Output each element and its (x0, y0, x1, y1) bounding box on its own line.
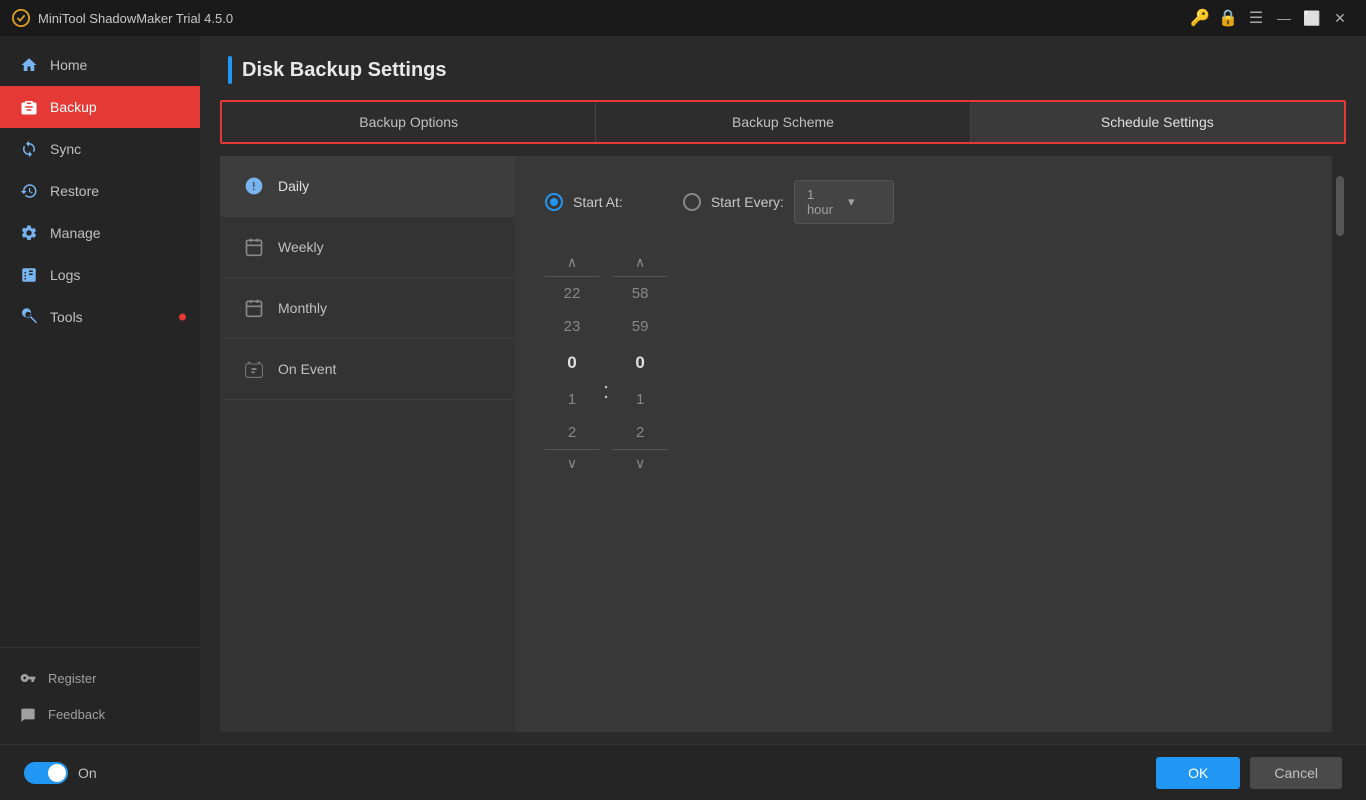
scrollbar[interactable] (1332, 156, 1346, 732)
start-every-dropdown[interactable]: 1 hour ▾ (794, 180, 894, 224)
schedule-on-event-label: On Event (278, 361, 336, 377)
schedule-sidebar: Daily Weekly Monthly On Event (220, 156, 515, 732)
schedule-monthly-label: Monthly (278, 300, 327, 316)
min-minus1: 59 (613, 310, 667, 343)
header-bar (228, 56, 232, 84)
sidebar-item-backup[interactable]: Backup (0, 86, 200, 128)
app-logo: MiniTool ShadowMaker Trial 4.5.0 (12, 9, 1186, 27)
tab-schedule-settings[interactable]: Schedule Settings (971, 102, 1344, 142)
sidebar-nav: Home Backup Sync Restore Manage Logs (0, 36, 200, 647)
minimize-button[interactable]: — (1270, 4, 1298, 32)
sidebar-item-logs[interactable]: Logs (0, 254, 200, 296)
footer-buttons: OK Cancel (1156, 757, 1342, 789)
schedule-main: Start At: Start Every: 1 hour ▾ (515, 156, 1332, 732)
main-content: Disk Backup Settings Backup Options Back… (200, 36, 1366, 744)
schedule-weekly-label: Weekly (278, 239, 324, 255)
schedule-item-weekly[interactable]: Weekly (220, 217, 515, 278)
hour-minus1: 23 (545, 310, 599, 343)
schedule-item-monthly[interactable]: Monthly (220, 278, 515, 339)
close-button[interactable]: ✕ (1326, 4, 1354, 32)
feedback-label: Feedback (48, 707, 105, 722)
tools-dot (179, 314, 186, 321)
footer-toggle[interactable]: On (24, 762, 97, 784)
min-minus2: 58 (613, 277, 667, 310)
lock-icon[interactable]: 🔒 (1214, 4, 1242, 32)
min-plus1: 1 (613, 383, 667, 416)
min-current: 0 (613, 343, 667, 383)
sidebar-label-restore: Restore (50, 183, 99, 199)
schedule-item-daily[interactable]: Daily (220, 156, 515, 217)
sidebar-item-manage[interactable]: Manage (0, 212, 200, 254)
sidebar-label-sync: Sync (50, 141, 81, 157)
hours-up-button[interactable]: ∧ (556, 248, 588, 276)
sidebar-label-logs: Logs (50, 267, 80, 283)
start-at-label: Start At: (573, 194, 623, 210)
schedule-daily-label: Daily (278, 178, 309, 194)
minutes-up-button[interactable]: ∧ (624, 248, 656, 276)
start-at-option[interactable]: Start At: (545, 193, 623, 211)
sidebar-item-sync[interactable]: Sync (0, 128, 200, 170)
time-colon: : (599, 378, 613, 404)
hours-column: ∧ 22 23 0 1 2 ∨ (545, 248, 599, 478)
scrollbar-thumb[interactable] (1336, 176, 1344, 236)
hours-down-button[interactable]: ∨ (556, 450, 588, 478)
tab-backup-scheme[interactable]: Backup Scheme (596, 102, 970, 142)
toggle-label: On (78, 765, 97, 781)
minutes-column: ∧ 58 59 0 1 2 ∨ (613, 248, 667, 478)
start-every-option[interactable]: Start Every: 1 hour ▾ (683, 180, 894, 224)
sidebar-item-restore[interactable]: Restore (0, 170, 200, 212)
sidebar-item-home[interactable]: Home (0, 44, 200, 86)
start-every-value: 1 hour (807, 187, 840, 217)
maximize-button[interactable]: ⬜ (1298, 4, 1326, 32)
page-header: Disk Backup Settings (200, 36, 1366, 100)
start-at-radio[interactable] (545, 193, 563, 211)
tab-bar: Backup Options Backup Scheme Schedule Se… (220, 100, 1346, 144)
dropdown-chevron-icon: ▾ (848, 194, 881, 210)
key-icon[interactable]: 🔑 (1186, 4, 1214, 32)
minutes-down-button[interactable]: ∨ (624, 450, 656, 478)
start-every-label: Start Every: (711, 194, 784, 210)
hour-minus2: 22 (545, 277, 599, 310)
sidebar-item-feedback[interactable]: Feedback (0, 696, 200, 732)
title-bar: MiniTool ShadowMaker Trial 4.5.0 🔑 🔒 ☰ —… (0, 0, 1366, 36)
radio-row: Start At: Start Every: 1 hour ▾ (545, 180, 1302, 224)
sidebar-label-manage: Manage (50, 225, 101, 241)
minutes-values: 58 59 0 1 2 (613, 276, 667, 450)
register-label: Register (48, 671, 96, 686)
ok-button[interactable]: OK (1156, 757, 1240, 789)
sidebar-label-tools: Tools (50, 309, 83, 325)
content-area: Daily Weekly Monthly On Event (220, 156, 1346, 732)
schedule-item-on-event[interactable]: On Event (220, 339, 515, 400)
cancel-button[interactable]: Cancel (1250, 757, 1342, 789)
sidebar-item-register[interactable]: Register (0, 660, 200, 696)
toggle-switch[interactable] (24, 762, 68, 784)
min-plus2: 2 (613, 416, 667, 449)
tab-backup-options[interactable]: Backup Options (222, 102, 596, 142)
hour-plus2: 2 (545, 416, 599, 449)
sidebar-item-tools[interactable]: Tools (0, 296, 200, 338)
sidebar-label-home: Home (50, 57, 87, 73)
app-title: MiniTool ShadowMaker Trial 4.5.0 (38, 11, 233, 26)
sidebar-label-backup: Backup (50, 99, 97, 115)
time-picker: ∧ 22 23 0 1 2 ∨ : ∧ (545, 248, 1302, 478)
page-title: Disk Backup Settings (242, 59, 447, 82)
sidebar: Home Backup Sync Restore Manage Logs (0, 36, 200, 744)
app-footer: On OK Cancel (0, 744, 1366, 800)
menu-icon[interactable]: ☰ (1242, 4, 1270, 32)
sidebar-bottom: Register Feedback (0, 647, 200, 744)
hour-plus1: 1 (545, 383, 599, 416)
hours-values: 22 23 0 1 2 (545, 276, 599, 450)
hour-current: 0 (545, 343, 599, 383)
start-every-radio[interactable] (683, 193, 701, 211)
